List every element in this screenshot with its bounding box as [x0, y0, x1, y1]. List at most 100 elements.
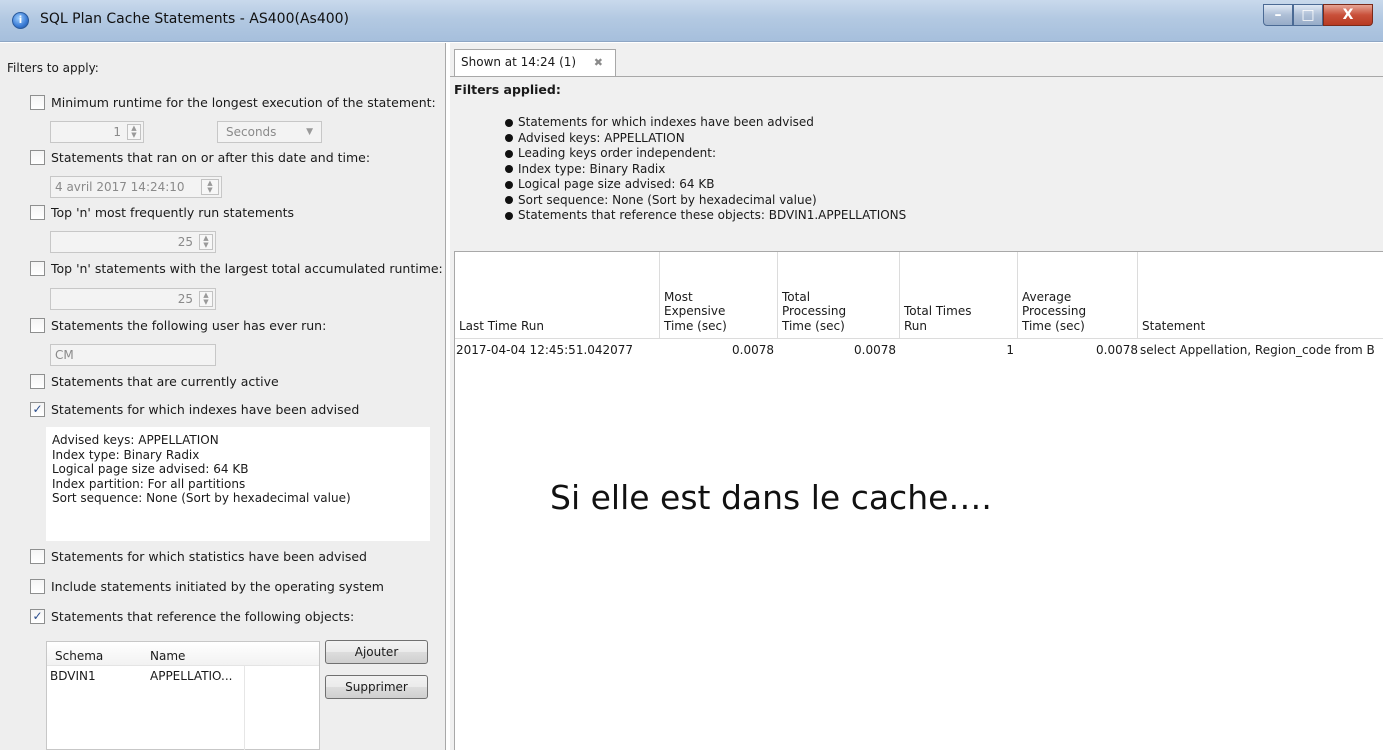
- header-line: Run: [904, 318, 928, 333]
- list-item-text: Statements for which indexes have been a…: [518, 115, 814, 129]
- top-frequent-spinner[interactable]: 25 ▲ ▼: [50, 231, 216, 253]
- bullet-icon: [505, 180, 513, 189]
- include-os-row[interactable]: Include statements initiated by the oper…: [30, 579, 384, 594]
- top-frequent-label: Top 'n' most frequently run statements: [51, 205, 295, 220]
- filters-applied-list: Statements for which indexes have been a…: [505, 115, 906, 224]
- spinner-arrows-icon[interactable]: ▲ ▼: [199, 291, 213, 307]
- list-item-text: Advised keys: APPELLATION: [518, 130, 685, 145]
- include-os-checkbox[interactable]: [30, 579, 45, 594]
- list-item: Logical page size advised: 64 KB: [505, 177, 906, 193]
- top-frequent-checkbox[interactable]: [30, 205, 45, 220]
- spinner-arrows-icon[interactable]: ▲ ▼: [127, 124, 141, 140]
- average-processing-cell: 0.0078: [1096, 343, 1138, 357]
- statistics-advised-label: Statements for which statistics have bee…: [51, 549, 367, 564]
- user-ran-label: Statements the following user has ever r…: [51, 318, 327, 333]
- column-divider: [244, 666, 245, 750]
- header-line: Most: [664, 289, 693, 304]
- header-line: Processing: [1022, 304, 1087, 318]
- window-title: SQL Plan Cache Statements - AS400(As400): [40, 11, 349, 27]
- ran-after-value: 4 avril 2017 14:24:10: [55, 180, 185, 194]
- include-os-label: Include statements initiated by the oper…: [51, 579, 384, 594]
- filters-panel: Filters to apply: Minimum runtime for th…: [0, 43, 446, 750]
- table-row[interactable]: BDVIN1 APPELLATIO...: [47, 666, 319, 686]
- column-header-average-processing[interactable]: Average Processing Time (sec): [1018, 252, 1138, 339]
- tab-divider: [450, 76, 1383, 77]
- tab-label: Shown at 14:24 (1): [461, 55, 577, 69]
- user-ran-row[interactable]: Statements the following user has ever r…: [30, 318, 326, 333]
- list-item-text: Leading keys order independent:: [518, 146, 716, 160]
- close-tab-icon[interactable]: ✖: [594, 50, 603, 75]
- reference-objects-checkbox[interactable]: ✓: [30, 609, 45, 624]
- min-runtime-checkbox[interactable]: [30, 95, 45, 110]
- table-row[interactable]: 2017-04-04 12:45:51.042077 0.0078 0.0078…: [455, 339, 1383, 361]
- tab-shown-at[interactable]: Shown at 14:24 (1) ✖: [454, 49, 616, 76]
- currently-active-row[interactable]: Statements that are currently active: [30, 374, 279, 389]
- reference-objects-label: Statements that reference the following …: [51, 609, 355, 624]
- min-runtime-spinner[interactable]: 1 ▲ ▼: [50, 121, 144, 143]
- min-runtime-value: 1: [113, 125, 121, 139]
- list-item: Sort sequence: None (Sort by hexadecimal…: [505, 193, 906, 209]
- ran-after-checkbox[interactable]: [30, 150, 45, 165]
- list-item-text: Logical page size advised: 64 KB: [518, 177, 715, 191]
- indexes-advised-checkbox[interactable]: ✓: [30, 402, 45, 417]
- min-runtime-label: Minimum runtime for the longest executio…: [51, 95, 436, 110]
- header-line: Expensive: [664, 304, 726, 318]
- header-line: Time (sec): [1022, 318, 1085, 333]
- objects-table-header: Schema Name: [47, 642, 319, 666]
- total-times-run-cell: 1: [1006, 343, 1014, 357]
- header-line: Time (sec): [664, 318, 727, 333]
- bullet-icon: [505, 196, 513, 205]
- runtime-unit-value: Seconds: [226, 125, 277, 139]
- list-item: Statements that reference these objects:…: [505, 208, 906, 224]
- header-line: Last Time Run: [459, 318, 545, 333]
- top-runtime-spinner[interactable]: 25 ▲ ▼: [50, 288, 216, 310]
- advised-detail-line: Logical page size advised: 64 KB: [52, 462, 249, 476]
- user-ran-checkbox[interactable]: [30, 318, 45, 333]
- datetime-spinner-icon[interactable]: ▲ ▼: [201, 179, 219, 195]
- minimize-button[interactable]: –: [1263, 4, 1293, 26]
- header-line: Processing: [782, 304, 847, 318]
- column-header-last-time-run[interactable]: Last Time Run: [455, 252, 660, 339]
- maximize-button[interactable]: □: [1293, 4, 1323, 26]
- top-frequent-row[interactable]: Top 'n' most frequently run statements: [30, 205, 294, 220]
- statistics-advised-row[interactable]: Statements for which statistics have bee…: [30, 549, 367, 564]
- results-table-header: Last Time Run Most Expensive Time (sec) …: [455, 252, 1383, 339]
- remove-object-button[interactable]: Supprimer: [325, 675, 428, 699]
- runtime-unit-dropdown[interactable]: Seconds ▼: [217, 121, 322, 143]
- column-header-most-expensive[interactable]: Most Expensive Time (sec): [660, 252, 778, 339]
- reference-objects-row[interactable]: ✓ Statements that reference the followin…: [30, 609, 354, 624]
- header-line: Average: [1022, 289, 1072, 304]
- top-frequent-value: 25: [177, 235, 193, 249]
- min-runtime-row[interactable]: Minimum runtime for the longest executio…: [30, 95, 436, 110]
- user-field[interactable]: CM: [50, 344, 216, 366]
- bullet-icon: [505, 118, 513, 127]
- ran-after-row[interactable]: Statements that ran on or after this dat…: [30, 150, 370, 165]
- column-header-total-times-run[interactable]: Total Times Run: [900, 252, 1018, 339]
- list-item: Statements for which indexes have been a…: [505, 115, 906, 131]
- top-runtime-checkbox[interactable]: [30, 261, 45, 276]
- indexes-advised-row[interactable]: ✓ Statements for which indexes have been…: [30, 402, 359, 417]
- currently-active-checkbox[interactable]: [30, 374, 45, 389]
- statistics-advised-checkbox[interactable]: [30, 549, 45, 564]
- column-header-name[interactable]: Name: [142, 642, 247, 665]
- column-header-total-processing[interactable]: Total Processing Time (sec): [778, 252, 900, 339]
- close-button[interactable]: X: [1323, 4, 1373, 26]
- chevron-down-icon: ▼: [306, 127, 313, 137]
- column-header-schema[interactable]: Schema: [47, 642, 142, 665]
- top-runtime-row[interactable]: Top 'n' statements with the largest tota…: [30, 261, 443, 276]
- column-header-statement[interactable]: Statement: [1138, 252, 1383, 339]
- ran-after-label: Statements that ran on or after this dat…: [51, 150, 371, 165]
- window-controls: – □ X: [1263, 4, 1373, 28]
- results-panel: Shown at 14:24 (1) ✖ Filters applied: St…: [450, 43, 1383, 750]
- add-object-button[interactable]: Ajouter: [325, 640, 428, 664]
- filters-header: Filters to apply:: [7, 61, 99, 75]
- advised-details-box: Advised keys: APPELLATION Index type: Bi…: [46, 427, 430, 541]
- list-item-text: Statements that reference these objects:…: [518, 208, 907, 222]
- currently-active-label: Statements that are currently active: [51, 374, 279, 389]
- list-item-text: Index type: Binary Radix: [518, 161, 666, 176]
- spinner-arrows-icon[interactable]: ▲ ▼: [199, 234, 213, 250]
- header-line: Total Times: [904, 304, 972, 318]
- list-item: Leading keys order independent:: [505, 146, 906, 162]
- bullet-icon: [505, 211, 513, 220]
- ran-after-datetime-field[interactable]: 4 avril 2017 14:24:10 ▲ ▼: [50, 176, 222, 198]
